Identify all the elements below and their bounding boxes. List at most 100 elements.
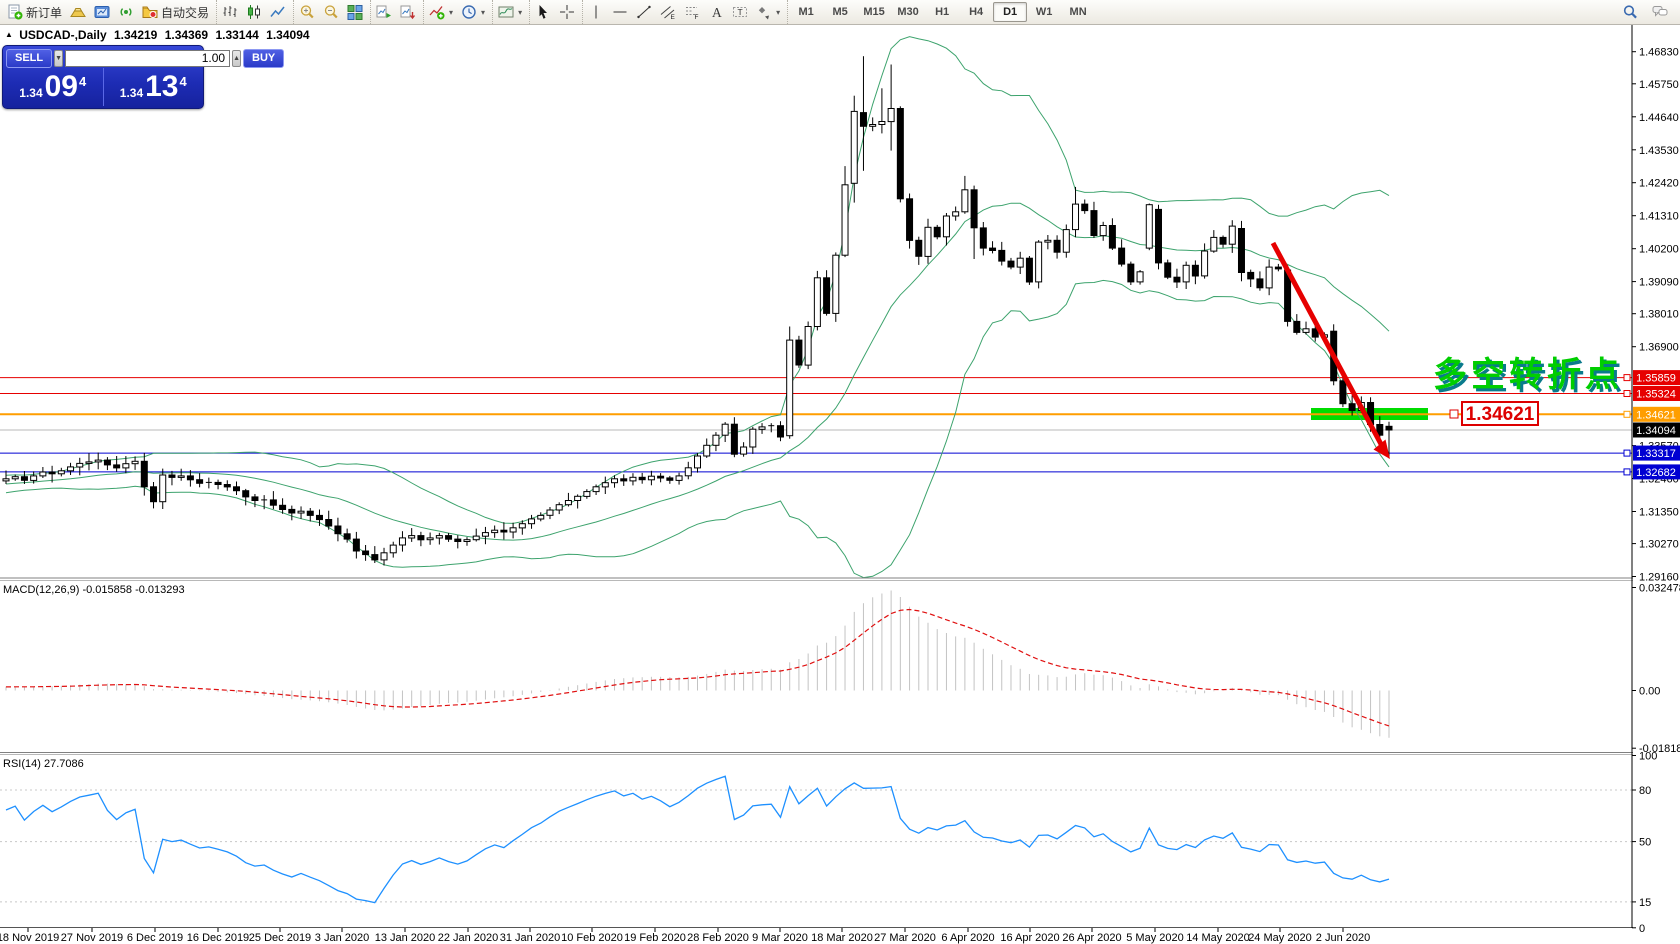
price-tick-label: 1.42420: [1639, 178, 1679, 190]
candle-bull: [95, 460, 101, 462]
rsi-axis-label: 0: [1639, 923, 1645, 935]
channel-tool-button[interactable]: E: [656, 1, 680, 23]
horizontal-line-tool-button[interactable]: [608, 1, 632, 23]
candle-bear: [667, 478, 673, 480]
candle-bear: [21, 477, 27, 481]
price-level-label-1.34094[interactable]: 1.34094: [1633, 423, 1680, 438]
periods-button[interactable]: ▾: [457, 1, 489, 23]
candle-bear: [307, 511, 313, 515]
trendline-tool-button[interactable]: [632, 1, 656, 23]
date-label: 27 Mar 2020: [874, 932, 936, 944]
timeframe-button-mn[interactable]: MN: [1061, 2, 1095, 22]
crosshair-tool-button[interactable]: [555, 1, 579, 23]
date-label: 3 Jan 2020: [315, 932, 369, 944]
shapes-tool-button[interactable]: ▾: [752, 1, 784, 23]
autotrading-button[interactable]: 自动交易: [138, 1, 213, 23]
vertical-line-tool-button[interactable]: [584, 1, 608, 23]
timeframe-button-h4[interactable]: H4: [959, 2, 993, 22]
chevron-down-icon[interactable]: ▾: [449, 8, 453, 17]
volume-increase-button[interactable]: ▲: [232, 50, 241, 67]
chevron-down-icon[interactable]: ▾: [481, 8, 485, 17]
chart-shift-button[interactable]: [396, 1, 420, 23]
candle-bear: [971, 190, 977, 228]
timeframe-button-m1[interactable]: M1: [789, 2, 823, 22]
buy-button[interactable]: BUY: [243, 49, 284, 68]
zoom-out-button[interactable]: [319, 1, 343, 23]
candle-bull: [436, 536, 442, 538]
tile-windows-button[interactable]: [343, 1, 367, 23]
candlestick-mode-button[interactable]: [242, 1, 266, 23]
zoom-in-button[interactable]: [295, 1, 319, 23]
date-label: 18 Mar 2020: [811, 932, 873, 944]
sell-button[interactable]: SELL: [6, 49, 52, 68]
date-label: 10 Feb 2020: [561, 932, 623, 944]
new-chart-button[interactable]: [90, 1, 114, 23]
sell-price-area[interactable]: 1.34 09 4: [3, 68, 104, 106]
new-order-button-label: 新订单: [26, 4, 62, 21]
turning-point-annotation[interactable]: 多空转折点多空转折点: [1433, 356, 1626, 397]
candle-bull: [1137, 272, 1143, 282]
candle-bull: [1266, 267, 1272, 288]
timeframe-button-h1[interactable]: H1: [925, 2, 959, 22]
candle-bear: [353, 539, 359, 551]
indicator-list-button[interactable]: ▾: [494, 1, 526, 23]
candle-bull: [160, 475, 166, 502]
candle-bear: [1275, 267, 1281, 269]
toolbar-group: 新订单 自动交易: [2, 0, 214, 24]
candle-bull: [575, 496, 581, 500]
candle-bull: [759, 427, 765, 429]
signals-button[interactable]: [114, 1, 138, 23]
chart-canvas[interactable]: 1.34621多空转折点多空转折点1.468301.457501.446401.…: [0, 0, 1680, 944]
indicators-button[interactable]: ▾: [425, 1, 457, 23]
candle-bull: [953, 212, 959, 216]
top-toolbar: 新订单自动交易▾▾▾EFAT▾M1M5M15M30H1H4D1W1MN: [0, 0, 1680, 25]
timeframe-button-d1[interactable]: D1: [993, 2, 1027, 22]
candle-bear: [777, 426, 783, 437]
label-tool-button[interactable]: T: [728, 1, 752, 23]
channel-icon: E: [660, 4, 676, 20]
buy-price-area[interactable]: 1.34 13 4: [104, 68, 204, 106]
candle-bear: [234, 487, 240, 491]
candle-bull: [492, 530, 498, 532]
cursor-tool-button[interactable]: [531, 1, 555, 23]
candle-bull: [473, 536, 479, 540]
timeframe-button-m30[interactable]: M30: [891, 2, 925, 22]
search-button[interactable]: [1618, 1, 1642, 23]
candle-bear: [49, 472, 55, 474]
timeframe-button-m15[interactable]: M15: [857, 2, 891, 22]
candle-bull: [409, 536, 415, 538]
svg-text:1.35324: 1.35324: [1636, 389, 1676, 401]
volume-decrease-button[interactable]: ▼: [54, 50, 63, 67]
bar-chart-mode-button[interactable]: [218, 1, 242, 23]
autotrading-button-label: 自动交易: [161, 4, 209, 21]
timeframe-button-w1[interactable]: W1: [1027, 2, 1061, 22]
svg-text:1.33317: 1.33317: [1636, 448, 1676, 460]
candle-bear: [639, 477, 645, 479]
timeframe-button-m5[interactable]: M5: [823, 2, 857, 22]
chevron-down-icon[interactable]: ▾: [518, 8, 522, 17]
fibonacci-tool-button[interactable]: F: [680, 1, 704, 23]
auto-scroll-button[interactable]: [372, 1, 396, 23]
candle-bear: [1386, 426, 1392, 430]
rsi-axis-label: 100: [1639, 751, 1657, 763]
market-depth-button[interactable]: [66, 1, 90, 23]
new-order-button[interactable]: 新订单: [3, 1, 66, 23]
price-callout[interactable]: 1.34621: [1450, 402, 1538, 425]
callout-anchor[interactable]: [1450, 410, 1458, 418]
toolbar-group: ▾▾: [423, 0, 490, 24]
volume-input[interactable]: [65, 50, 230, 67]
candle-bull: [704, 445, 710, 456]
price-tick-label: 1.39090: [1639, 277, 1679, 289]
candle-bear: [1174, 277, 1180, 282]
chat-button[interactable]: [1648, 1, 1672, 23]
bars-chart-icon: [222, 4, 238, 20]
macd-axis-label: 0.032478: [1639, 583, 1680, 595]
candle-bear: [169, 475, 175, 477]
line-chart-mode-button[interactable]: [266, 1, 290, 23]
sell-price-big: 09: [45, 70, 78, 104]
chart-shift-icon: [400, 4, 416, 20]
text-tool-button[interactable]: A: [704, 1, 728, 23]
chevron-down-icon[interactable]: ▾: [776, 8, 780, 17]
candle-bear: [897, 109, 903, 199]
candle-bull: [547, 510, 553, 515]
